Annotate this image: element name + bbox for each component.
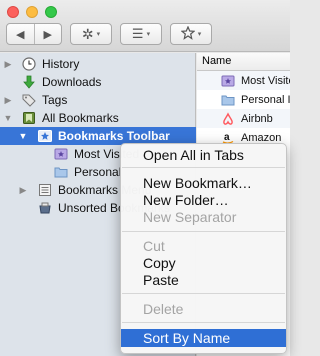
menu-item-delete: Delete [143, 301, 184, 317]
menu-item-sort-by-name[interactable]: Sort By Name [121, 329, 286, 347]
menu-item-new-folder[interactable]: New Folder… [121, 191, 286, 209]
views-menu-button[interactable]: ☰ ▾ [120, 23, 162, 45]
expand-triangle-icon[interactable]: ▶ [3, 95, 13, 106]
import-backup-menu-button[interactable]: ▾ [170, 23, 212, 45]
clock-icon [22, 57, 36, 71]
menu-item-copy[interactable]: Copy [121, 254, 286, 272]
expand-triangle-icon[interactable]: ▶ [18, 185, 28, 196]
download-arrow-icon [22, 75, 36, 89]
bookmarks-toolbar-icon [38, 129, 52, 143]
column-header-name[interactable]: Name [197, 53, 290, 71]
list-item-label: Most Visited [241, 74, 290, 87]
chevron-down-icon: ▾ [146, 31, 151, 38]
sidebar-item-downloads[interactable]: Downloads [0, 73, 196, 91]
menu-item-paste[interactable]: Paste [121, 271, 286, 289]
forward-arrow-icon: ▶ [43, 28, 52, 41]
minimize-window-button[interactable] [26, 6, 38, 18]
collapse-triangle-icon[interactable]: ▼ [3, 113, 13, 123]
chevron-down-icon: ▾ [197, 31, 202, 38]
list-item-label: Personal Information [241, 93, 290, 106]
sidebar-item-tags[interactable]: ▶ Tags [0, 91, 196, 109]
list-item[interactable]: Airbnb [197, 109, 290, 128]
back-arrow-icon: ◀ [16, 28, 25, 41]
expand-triangle-icon[interactable]: ▶ [3, 59, 13, 70]
list-item[interactable]: Personal Information [197, 90, 290, 109]
sidebar-item-all-bookmarks[interactable]: ▼ All Bookmarks [0, 109, 196, 127]
close-window-button[interactable] [7, 6, 19, 18]
gear-icon: ✲ [81, 25, 94, 42]
menu-separator [122, 167, 285, 168]
menu-separator [122, 293, 285, 294]
svg-text:a: a [224, 132, 230, 143]
chevron-down-icon: ▾ [96, 31, 101, 38]
unsorted-bookmarks-icon [38, 201, 52, 215]
star-import-icon [180, 24, 196, 43]
context-menu: Open All in Tabs New Bookmark… New Folde… [120, 143, 287, 354]
folder-icon [221, 93, 235, 107]
menu-separator [122, 322, 285, 323]
sidebar-item-history[interactable]: ▶ History [0, 55, 196, 73]
smart-folder-icon [54, 147, 68, 161]
sidebar-item-label: Bookmarks Toolbar [58, 129, 170, 143]
list-icon: ☰ [131, 26, 144, 41]
menu-item-new-separator: New Separator [143, 209, 237, 225]
window-toolbar: ◀ ▶ ✲ ▾ ☰ ▾ ▾ [0, 0, 290, 52]
smart-folder-icon [221, 74, 235, 88]
airbnb-icon [221, 111, 235, 126]
collapse-triangle-icon[interactable]: ▼ [18, 131, 28, 141]
sidebar-item-label: Downloads [42, 75, 102, 89]
list-item-label: Airbnb [241, 112, 273, 125]
sidebar-item-label: Personal [74, 165, 122, 179]
menu-separator [122, 231, 285, 232]
menu-item-open-all-in-tabs[interactable]: Open All in Tabs [121, 146, 286, 164]
list-item[interactable]: Most Visited [197, 71, 290, 90]
navigation-button-group: ◀ ▶ [6, 23, 62, 45]
sidebar-item-label: Tags [42, 93, 68, 107]
forward-button[interactable]: ▶ [33, 24, 62, 44]
bookmarks-menu-icon [38, 183, 52, 197]
menu-item-cut: Cut [143, 238, 165, 254]
organize-menu-button[interactable]: ✲ ▾ [70, 23, 112, 45]
back-button[interactable]: ◀ [7, 24, 34, 44]
bookmarks-library-icon [22, 111, 36, 125]
folder-icon [54, 165, 68, 179]
sidebar-item-label: History [42, 57, 80, 71]
zoom-window-button[interactable] [45, 6, 57, 18]
tag-icon [22, 93, 36, 107]
menu-item-new-bookmark[interactable]: New Bookmark… [121, 174, 286, 192]
sidebar-item-label: All Bookmarks [42, 111, 119, 125]
list-item-label: Amazon [241, 131, 282, 144]
